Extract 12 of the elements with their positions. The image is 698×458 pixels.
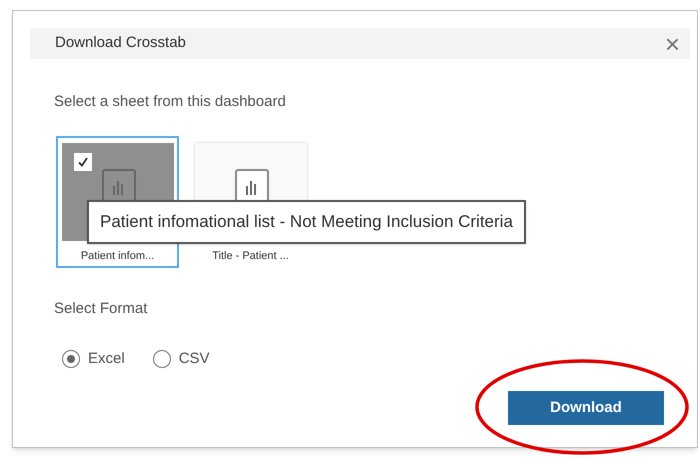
radio-option[interactable]: Excel xyxy=(62,348,125,370)
download-button[interactable]: Download xyxy=(508,391,664,425)
sheet-label: Patient infom... xyxy=(80,249,154,264)
format-label: Select Format xyxy=(54,299,148,319)
dialog-title: Download Crosstab xyxy=(55,33,186,54)
radio-option[interactable]: CSV xyxy=(152,348,210,370)
tooltip: Patient infomational list - Not Meeting Inclusion Criteria xyxy=(87,200,526,244)
sheet-label: Title - Patient ... xyxy=(212,249,289,264)
chart-icon xyxy=(234,169,268,203)
sheet-prompt: Select a sheet from this dashboard xyxy=(54,92,286,112)
close-button[interactable]: × xyxy=(664,30,680,56)
checkbox-icon xyxy=(74,153,92,171)
